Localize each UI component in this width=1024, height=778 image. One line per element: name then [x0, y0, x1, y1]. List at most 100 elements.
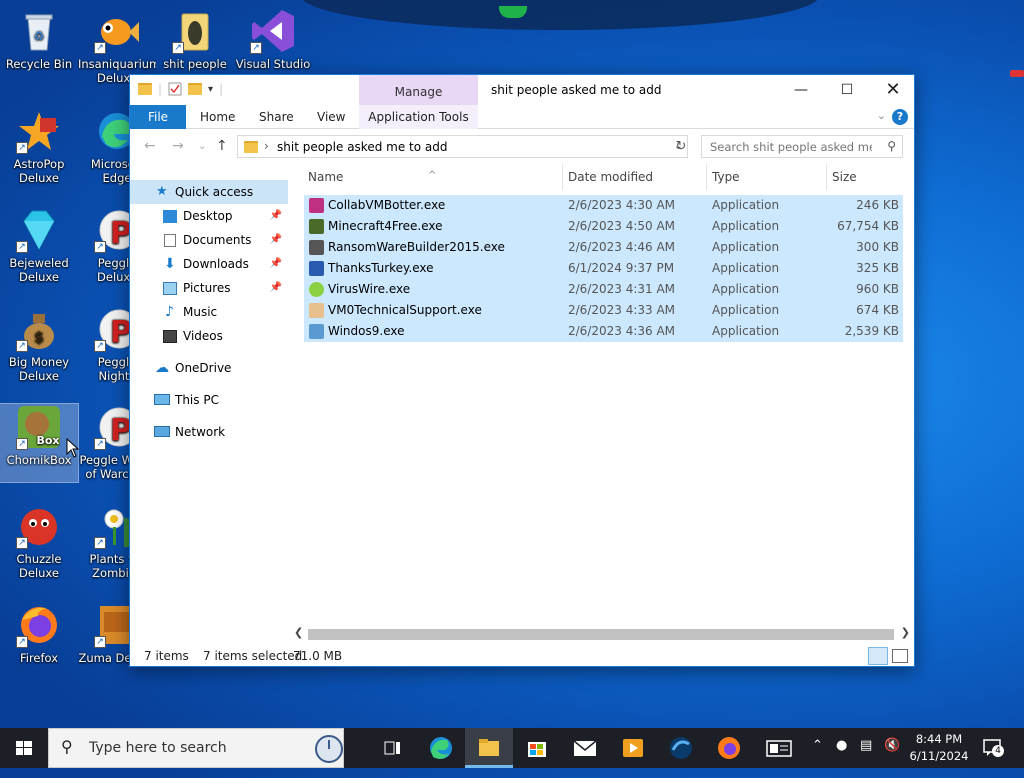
column-date-modified[interactable]: Date modified [568, 170, 653, 184]
start-button[interactable] [0, 728, 48, 768]
column-divider[interactable] [562, 164, 563, 190]
search-box[interactable]: ⚲ [701, 135, 903, 158]
shortcut-arrow-icon: ↗ [16, 241, 28, 253]
expand-ribbon-icon[interactable]: ⌄ [877, 109, 886, 122]
desktop-icon-astropop[interactable]: ↗ AstroPop Deluxe [0, 108, 78, 185]
volume-muted-icon[interactable]: 🔇 [884, 738, 900, 778]
file-row[interactable]: ThanksTurkey.exe 6/1/2024 9:37 PM Applic… [304, 258, 903, 279]
up-button[interactable]: ↑ [216, 138, 228, 154]
desktop-icon-bejeweled[interactable]: ↗ Bejeweled Deluxe [0, 207, 78, 284]
nav-quick-access[interactable]: ★ Quick access [130, 180, 288, 204]
tab-view[interactable]: View [307, 105, 355, 129]
column-divider[interactable] [826, 164, 827, 190]
taskbar-clock[interactable]: 8:44 PM 6/11/2024 [908, 731, 970, 765]
exe-icon [309, 198, 324, 213]
tab-application-tools[interactable]: Application Tools [359, 105, 478, 129]
nav-onedrive[interactable]: ☁ OneDrive [130, 356, 288, 380]
new-folder-icon[interactable] [188, 83, 203, 95]
visual-studio-icon: ↗ [250, 8, 296, 54]
taskbar-file-explorer[interactable] [465, 728, 513, 768]
taskbar: ⚲ Type here to search ⌃ ● ▤ 🔇 8:44 PM 6/… [0, 728, 1024, 768]
file-date: 2/6/2023 4:46 AM [568, 240, 676, 254]
taskbar-media-player[interactable] [609, 728, 657, 768]
nav-pictures[interactable]: Pictures 📌 [130, 276, 288, 300]
file-type: Application [712, 324, 780, 338]
minecraft-icon [309, 219, 324, 234]
taskbar-app[interactable] [657, 728, 705, 768]
folder-icon [138, 83, 152, 95]
notifications-button[interactable]: 4 [982, 737, 1006, 777]
taskbar-cortana-button[interactable] [306, 728, 354, 768]
taskbar-mail[interactable] [561, 728, 609, 768]
desktop-icon-recycle-bin[interactable]: ♻ Recycle Bin [0, 8, 78, 71]
firefox-icon: ↗ [16, 602, 62, 648]
manage-contextual-tab[interactable]: Manage [359, 75, 478, 105]
nav-network[interactable]: Network [130, 420, 288, 444]
properties-icon[interactable] [168, 82, 182, 96]
column-name[interactable]: Name [308, 170, 343, 184]
title-bar[interactable]: | ▾ | Manage shit people asked me to add… [130, 75, 914, 105]
tab-share[interactable]: Share [249, 105, 304, 129]
desktop-icon-shit-people-folder[interactable]: ↗ shit people [156, 8, 234, 71]
back-button[interactable]: ← [144, 138, 156, 154]
search-input[interactable] [702, 136, 872, 157]
column-size[interactable]: Size [832, 170, 857, 184]
column-type[interactable]: Type [712, 170, 740, 184]
nav-documents[interactable]: Documents 📌 [130, 228, 288, 252]
file-type: Application [712, 282, 780, 296]
nav-this-pc[interactable]: This PC [130, 388, 288, 412]
nav-music[interactable]: ♪ Music [130, 300, 288, 324]
file-row[interactable]: RansomWareBuilder2015.exe 2/6/2023 4:46 … [304, 237, 903, 258]
details-view-button[interactable] [868, 647, 888, 665]
shortcut-arrow-icon: ↗ [16, 537, 28, 549]
chomikbox-icon: Box ↗ [16, 404, 62, 450]
file-explorer-window[interactable]: | ▾ | Manage shit people asked me to add… [129, 74, 915, 667]
refresh-button[interactable]: ↻ [671, 135, 691, 158]
file-row[interactable]: VirusWire.exe 2/6/2023 4:31 AM Applicati… [304, 279, 903, 300]
scrollbar-thumb[interactable] [308, 629, 894, 640]
desktop-icon-chuzzle[interactable]: ↗ Chuzzle Deluxe [0, 503, 78, 580]
red-marker-icon [1010, 70, 1024, 77]
desktop-icon-visual-studio[interactable]: ↗ Visual Studio [234, 8, 312, 71]
customize-toolbar-icon[interactable]: ▾ [208, 84, 213, 95]
minimize-button[interactable]: — [778, 75, 824, 105]
ribbon-tabs: File Home Share View Application Tools ⌄… [130, 105, 914, 129]
taskbar-store[interactable] [513, 728, 561, 768]
tab-file[interactable]: File [130, 105, 186, 129]
network-tray-icon[interactable]: ▤ [860, 738, 872, 778]
desktop-icon-label: Big Money Deluxe [8, 355, 70, 383]
scroll-left-icon[interactable]: ❮ [294, 626, 303, 639]
camera-tray-icon[interactable]: ● [836, 738, 847, 778]
address-bar[interactable]: › shit people asked me to add ⌄ [237, 135, 688, 158]
show-hidden-icons-button[interactable]: ⌃ [812, 738, 823, 778]
horizontal-scrollbar[interactable]: ❮ ❯ [290, 625, 914, 643]
maximize-button[interactable]: ☐ [824, 75, 870, 105]
download-arrow-icon: ⬇ [164, 256, 176, 272]
task-view-button[interactable] [368, 728, 416, 768]
file-row[interactable]: Minecraft4Free.exe 2/6/2023 4:50 AM Appl… [304, 216, 903, 237]
column-divider[interactable] [706, 164, 707, 190]
nav-downloads[interactable]: ⬇ Downloads 📌 [130, 252, 288, 276]
taskbar-app-window[interactable] [755, 728, 803, 768]
file-row[interactable]: VM0TechnicalSupport.exe 2/6/2023 4:33 AM… [304, 300, 903, 321]
nav-videos[interactable]: Videos [130, 324, 288, 348]
scroll-right-icon[interactable]: ❯ [901, 626, 910, 639]
taskbar-search[interactable]: ⚲ Type here to search [48, 728, 344, 768]
desktop-icon-big-money[interactable]: $ ↗ Big Money Deluxe [0, 306, 78, 383]
desktop-icon-label: AstroPop Deluxe [13, 157, 65, 185]
nav-desktop[interactable]: Desktop 📌 [130, 204, 288, 228]
file-size: 325 KB [856, 261, 899, 275]
large-icons-view-button[interactable] [892, 649, 908, 663]
taskbar-firefox[interactable] [705, 728, 753, 768]
file-row[interactable]: Windos9.exe 2/6/2023 4:36 AM Application… [304, 321, 903, 342]
tab-home[interactable]: Home [190, 105, 245, 129]
file-date: 2/6/2023 4:36 AM [568, 324, 676, 338]
desktop-icon-firefox[interactable]: ↗ Firefox [0, 602, 78, 665]
shortcut-arrow-icon: ↗ [250, 42, 262, 54]
taskbar-edge[interactable] [417, 728, 465, 768]
help-icon[interactable]: ? [892, 109, 908, 125]
forward-button[interactable]: → [172, 138, 184, 154]
recent-locations-icon[interactable]: ⌄ [198, 141, 206, 152]
close-button[interactable]: ✕ [870, 75, 916, 105]
file-row[interactable]: CollabVMBotter.exe 2/6/2023 4:30 AM Appl… [304, 195, 903, 216]
